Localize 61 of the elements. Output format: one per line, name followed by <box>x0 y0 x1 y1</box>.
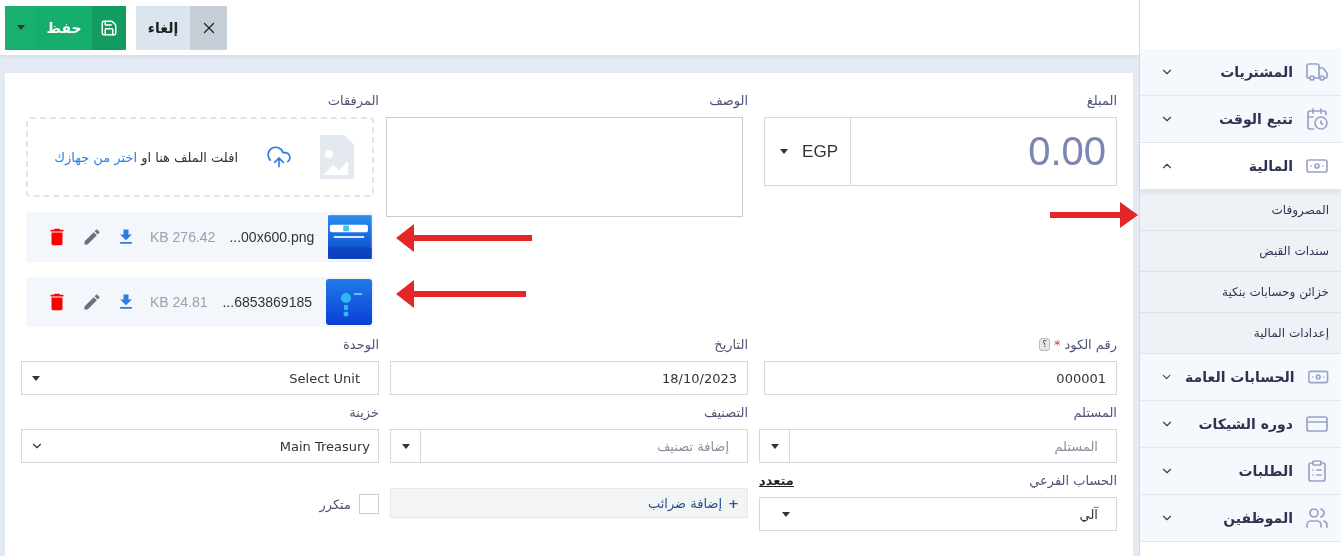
sidebar-item[interactable]: الموظفين <box>1140 495 1341 542</box>
field-label: المستلم <box>1073 404 1117 420</box>
file-name: ...00x600.png <box>229 229 315 245</box>
unit-select[interactable]: Select Unit <box>21 361 379 395</box>
save-icon-button[interactable] <box>92 5 126 50</box>
file-dropzone[interactable]: افلت الملف هنا او اختر من جهازك <box>26 117 374 197</box>
sidebar-item[interactable]: الطلبات <box>1140 448 1341 495</box>
calendar-clock-icon <box>1305 107 1329 131</box>
choose-file-link[interactable]: اختر من جهازك <box>54 149 138 165</box>
field-label: المبلغ <box>1086 92 1117 108</box>
multiple-link[interactable]: متعدد <box>759 472 794 488</box>
date-field[interactable]: 18/10/2023 <box>390 361 748 395</box>
save-icon <box>100 18 118 37</box>
subaccount-select[interactable]: آلي <box>759 497 1117 531</box>
cancel-button[interactable]: إلغاء <box>136 5 190 50</box>
sidebar-item[interactable]: تتبع الوقت <box>1140 96 1341 143</box>
caret-icon <box>16 25 25 30</box>
close-button[interactable] <box>190 5 227 50</box>
caret-icon <box>401 443 410 449</box>
caret-icon <box>782 511 790 517</box>
users-icon <box>1305 506 1329 530</box>
sidebar-subitem[interactable]: إعدادات المالية <box>1140 313 1341 354</box>
sidebar-subitem[interactable]: خزائن وحسابات بنكية <box>1140 272 1341 313</box>
treasury-select[interactable]: Main Treasury <box>21 429 379 463</box>
clipboard-icon <box>1305 459 1329 483</box>
edit-icon[interactable] <box>82 292 102 312</box>
cloud-upload-icon <box>266 144 292 170</box>
field-label: المرفقات <box>327 92 379 108</box>
file-name: ...6853869185 <box>222 294 312 310</box>
sidebar-item[interactable]: دوره الشيكات <box>1140 401 1341 448</box>
checkbox-label: متكرر <box>319 496 351 512</box>
amount-field[interactable]: 0.00 <box>850 117 1117 186</box>
caret-icon <box>32 375 40 381</box>
field-label: خزينة <box>349 404 379 420</box>
required-mark: * <box>1053 336 1061 352</box>
sidebar-item[interactable]: المالية <box>1140 143 1341 190</box>
image-file-icon <box>320 135 354 179</box>
sidebar-subitem[interactable]: سندات القبض <box>1140 231 1341 272</box>
field-label: رقم الكود <box>1064 336 1117 352</box>
add-taxes-button[interactable]: + إضافة ضرائب <box>390 488 748 518</box>
caret-icon <box>780 149 789 154</box>
field-label: الوصف <box>709 92 748 108</box>
truck-icon <box>1305 60 1329 84</box>
file-size: KB 276.42 <box>150 229 216 245</box>
save-options-button[interactable] <box>5 5 36 50</box>
edit-icon[interactable] <box>82 227 102 247</box>
field-label: التصنيف <box>703 404 748 420</box>
help-icon[interactable]: ؟ <box>1039 337 1050 351</box>
sidebar-item[interactable]: المشتريات <box>1140 49 1341 96</box>
recurring-checkbox[interactable] <box>359 494 379 514</box>
field-label: التاريخ <box>714 336 748 352</box>
field-label: الوحدة <box>343 336 379 352</box>
file-size: KB 24.81 <box>150 294 208 310</box>
caret-icon <box>770 443 779 449</box>
code-field[interactable]: 000001 <box>764 361 1117 395</box>
field-label: الحساب الفرعي <box>1029 472 1117 488</box>
sidebar-item[interactable]: الحسابات العامة <box>1140 354 1341 401</box>
dropzone-text: افلت الملف هنا او اختر من جهازك <box>54 149 238 165</box>
description-field[interactable] <box>386 117 743 217</box>
currency-select[interactable]: EGP <box>764 117 850 186</box>
sidebar-subitem[interactable]: المصروفات <box>1140 190 1341 231</box>
